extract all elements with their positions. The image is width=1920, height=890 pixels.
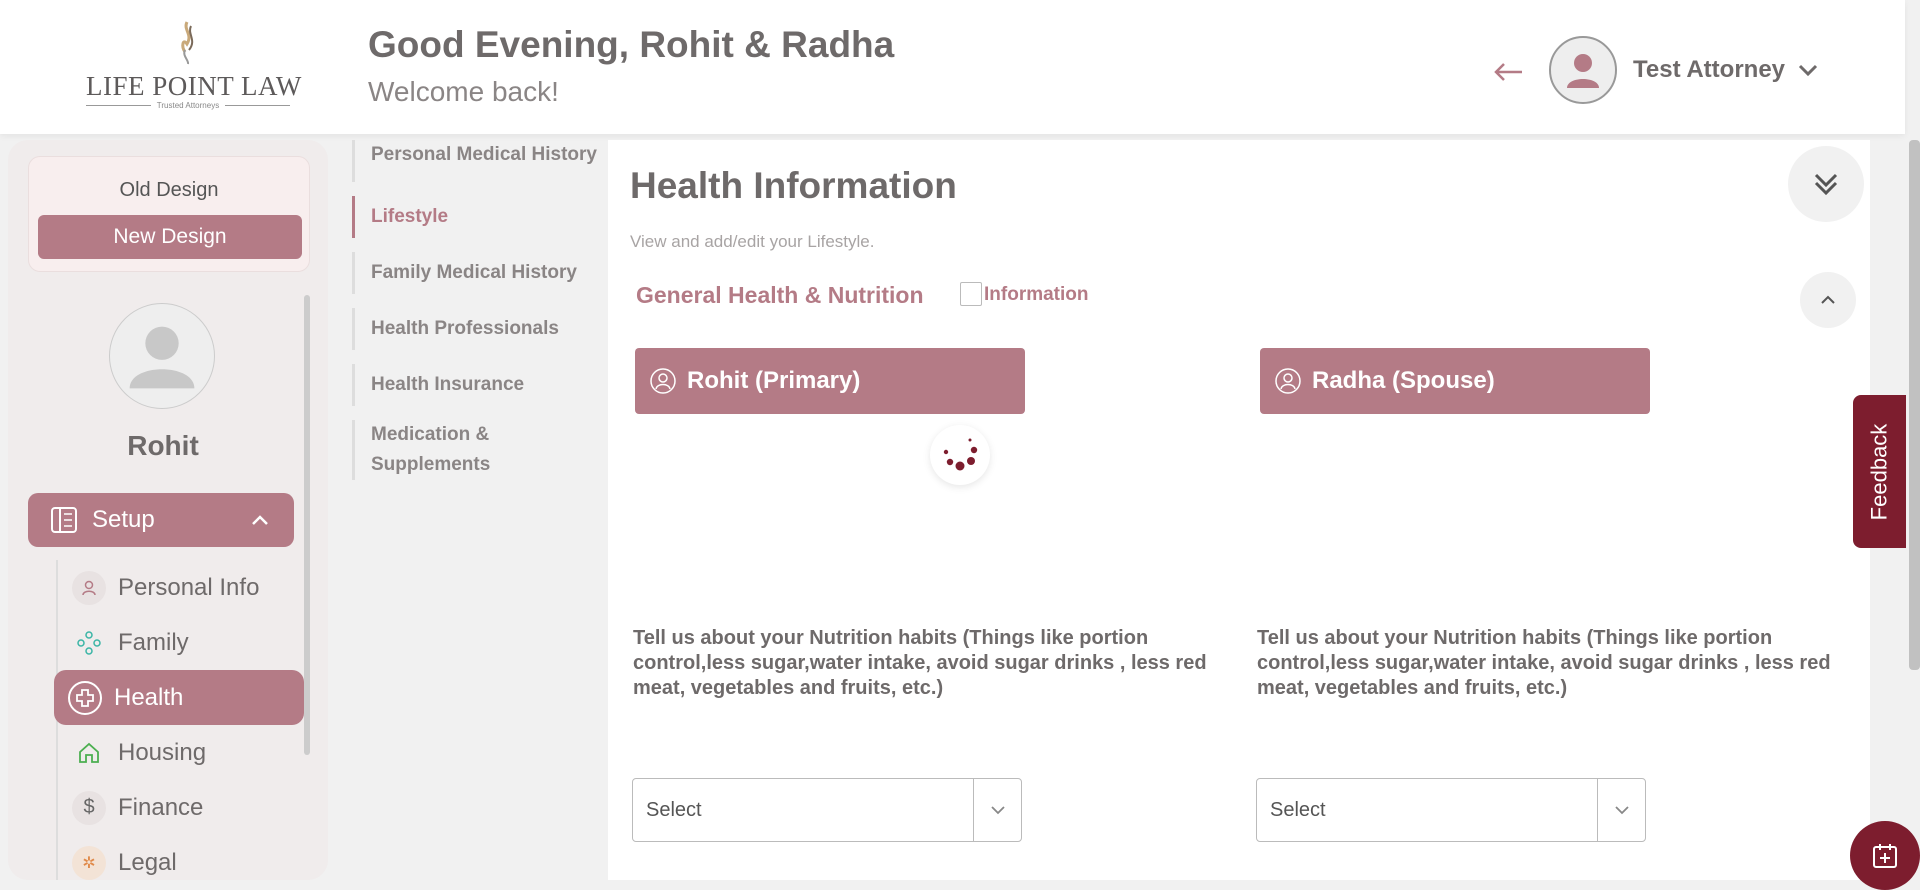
chevron-up-icon [1821,295,1835,304]
section-collapse-button[interactable] [1800,272,1856,328]
chevron-down-icon[interactable] [1796,58,1820,82]
sidebar-item-legal[interactable]: ✲ Legal [58,835,304,880]
subnav-family-medical-history[interactable]: Family Medical History [352,252,606,294]
user-name[interactable]: Test Attorney [1633,56,1785,84]
logo-tagline: Trusted Attorneys [86,101,290,110]
page-title: Health Information [630,165,957,206]
profile-name: Rohit [127,430,199,461]
person-circle-icon [1275,368,1301,394]
person-circle-icon [650,368,676,394]
feedback-button[interactable]: Feedback [1853,395,1906,548]
greeting-title: Good Evening, Rohit & Radha [368,24,895,65]
dollar-icon: $ [72,790,106,825]
setup-nav-list: Personal Info Family Health Housing $ Fi… [54,560,304,880]
calendar-add-button[interactable] [1850,821,1920,890]
back-arrow-icon[interactable] [1492,52,1526,92]
profile-avatar[interactable] [109,303,215,409]
spinner-dots-icon [943,438,978,471]
family-icon [72,626,106,660]
sidebar-item-label: Housing [118,738,207,766]
setup-button[interactable]: Setup [28,493,294,547]
subnav-health-insurance[interactable]: Health Insurance [352,364,606,406]
primary-member-tab[interactable]: Rohit (Primary) [635,348,1025,414]
subnav-lifestyle[interactable]: Lifestyle [352,196,606,238]
double-chevron-down-icon [1814,173,1838,196]
person-icon [72,570,106,605]
sidebar-item-personal-info[interactable]: Personal Info [58,560,304,615]
setup-label: Setup [92,506,155,533]
sidebar-item-label: Finance [118,793,204,821]
nutrition-select-primary[interactable]: Select [632,778,1022,842]
user-avatar[interactable] [1549,36,1617,104]
design-switcher: Old Design New Design [28,156,310,272]
subnav-health-professionals[interactable]: Health Professionals [352,308,606,350]
collapse-all-button[interactable] [1788,146,1864,222]
sidebar-item-label: Legal [118,848,177,876]
new-design-button[interactable]: New Design [38,215,302,259]
welcome-text: Welcome back! [368,76,559,107]
spouse-member-tab[interactable]: Radha (Spouse) [1260,348,1650,414]
nutrition-question-spouse: Tell us about your Nutrition habits (Thi… [1257,627,1831,699]
left-sidebar: Old Design New Design Rohit Setup Person… [8,140,328,880]
chevron-down-icon [1597,779,1645,841]
information-icon[interactable]: Information [960,266,1100,306]
feedback-label: Feedback [1866,423,1892,520]
sidebar-item-label: Personal Info [118,573,260,601]
page-scrollbar[interactable] [1909,140,1920,670]
sidebar-scrollbar[interactable] [304,295,310,755]
life-point-law-logo[interactable]: LIFE POINT LAW Trusted Attorneys [86,20,302,110]
loading-spinner [930,425,990,485]
select-value: Select [646,798,702,821]
main-content: Health Information View and add/edit you… [608,140,1870,880]
section-title: General Health & Nutrition [636,282,924,308]
spouse-member-name: Radha (Spouse) [1312,367,1495,394]
primary-member-name: Rohit (Primary) [687,367,861,394]
sidebar-item-finance[interactable]: $ Finance [58,780,304,835]
sidebar-item-family[interactable]: Family [58,615,304,670]
nutrition-select-spouse[interactable]: Select [1256,778,1646,842]
calendar-add-icon [1873,843,1897,868]
chevron-up-icon [252,515,268,525]
logo-text: LIFE POINT LAW [86,71,302,101]
old-design-button[interactable]: Old Design [29,179,309,202]
person-placeholder-icon [129,326,195,389]
sidebar-panel-icon [51,507,77,533]
user-icon [1567,54,1599,88]
select-value: Select [1270,798,1326,821]
sidebar-item-label: Family [118,628,189,656]
legal-icon: ✲ [72,845,106,880]
chevron-down-icon [973,779,1021,841]
top-header: LIFE POINT LAW Trusted Attorneys Good Ev… [0,0,1905,134]
sidebar-item-health[interactable]: Health [54,670,304,725]
page-subtitle: View and add/edit your Lifestyle. [630,232,875,251]
nutrition-question-primary: Tell us about your Nutrition habits (Thi… [633,627,1207,699]
house-icon [72,736,106,770]
sidebar-item-label: Health [114,683,184,711]
information-alt-text: Information [984,284,1089,305]
flame-logo-icon [181,21,194,65]
health-subnav: Personal Medical History Lifestyle Famil… [352,140,606,494]
subnav-medication-supplements[interactable]: Medication & Supplements [352,420,502,480]
health-cross-icon [68,680,102,715]
subnav-personal-medical-history[interactable]: Personal Medical History [352,140,606,182]
broken-image-icon [960,282,982,306]
sidebar-item-housing[interactable]: Housing [58,725,304,780]
